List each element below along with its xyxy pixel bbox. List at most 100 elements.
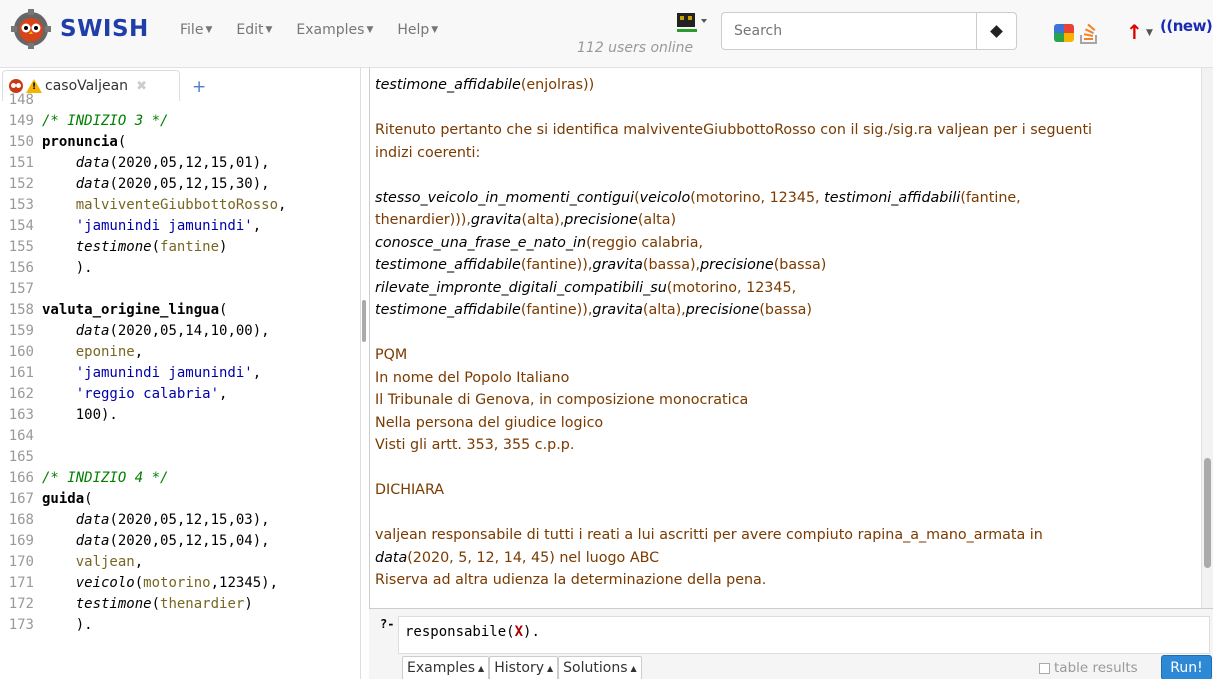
line-number: 173 bbox=[8, 617, 34, 633]
code-line[interactable]: 173 ). bbox=[0, 615, 93, 636]
add-tab-icon[interactable]: + bbox=[192, 77, 206, 97]
line-number: 159 bbox=[8, 323, 34, 339]
answer-text: PQM bbox=[375, 347, 408, 363]
line-number: 158 bbox=[8, 302, 34, 318]
search-input[interactable] bbox=[721, 12, 977, 50]
menu-help[interactable]: Help ▼ bbox=[397, 22, 438, 38]
code-token: , bbox=[278, 197, 287, 213]
code-token: ). bbox=[42, 260, 93, 276]
answer-predicate: precisione bbox=[700, 257, 774, 273]
menu-examples-label: Examples bbox=[296, 22, 365, 38]
answer-predicate: veicolo bbox=[639, 189, 691, 206]
code-line[interactable]: 164 bbox=[0, 426, 42, 447]
answer-line: thenardier))),gravita(alta),precisione(a… bbox=[375, 209, 676, 232]
history-button[interactable]: History ▲ bbox=[489, 656, 559, 679]
brand[interactable]: SWISH bbox=[8, 9, 149, 49]
answer-text: (fantine)), bbox=[520, 257, 593, 273]
code-token: veicolo bbox=[75, 575, 135, 591]
answer-line: Ritenuto pertanto che si identifica malv… bbox=[375, 119, 1092, 142]
code-line[interactable]: 167 guida( bbox=[0, 489, 93, 510]
code-line[interactable]: 148 bbox=[0, 90, 42, 111]
caret-down-icon: ▼ bbox=[431, 25, 439, 35]
caret-down-icon: ▼ bbox=[265, 25, 273, 35]
answer-text: (bassa), bbox=[642, 257, 701, 273]
new-feature-icon[interactable]: ((new)) bbox=[1160, 17, 1213, 35]
search-button[interactable] bbox=[976, 12, 1017, 50]
code-line[interactable]: 152 data(2020,05,12,15,30), bbox=[0, 174, 270, 195]
tab-label: casoValjean bbox=[45, 78, 129, 94]
code-line[interactable]: 154 'jamunindi jamunindi', bbox=[0, 216, 261, 237]
close-icon[interactable]: ✖ bbox=[136, 79, 147, 94]
table-results-checkbox[interactable] bbox=[1039, 662, 1050, 674]
answer-predicate: precisione bbox=[564, 212, 638, 228]
code-line[interactable]: 156 ). bbox=[0, 258, 93, 279]
answer-predicate: gravita bbox=[592, 257, 643, 273]
code-line[interactable]: 161 'jamunindi jamunindi', bbox=[0, 363, 261, 384]
code-line[interactable]: 168 data(2020,05,12,15,03), bbox=[0, 510, 270, 531]
code-editor[interactable]: 148 149/* INDIZIO 3 */150 pronuncia(151 da… bbox=[0, 92, 360, 679]
code-line[interactable]: 172 testimone(thenardier) bbox=[0, 594, 253, 615]
code-line[interactable]: 162 'reggio calabria', bbox=[0, 384, 228, 405]
menu-examples[interactable]: Examples ▼ bbox=[296, 22, 373, 38]
code-token: data bbox=[75, 176, 110, 192]
code-token: ,12345), bbox=[210, 575, 279, 591]
menu-file[interactable]: File ▼ bbox=[180, 22, 212, 38]
code-token: ( bbox=[151, 596, 161, 612]
code-token: 'jamunindi jamunindi' bbox=[75, 218, 253, 234]
caret-down-icon[interactable]: ▼ bbox=[1146, 28, 1153, 38]
answer-text: (reggio calabria, bbox=[586, 234, 704, 251]
code-token: (2020,05,12,15,30), bbox=[109, 176, 270, 192]
menu-edit[interactable]: Edit ▼ bbox=[236, 22, 272, 38]
code-token: 100). bbox=[42, 407, 118, 423]
code-line[interactable]: 165 bbox=[0, 447, 42, 468]
code-line[interactable]: 157 bbox=[0, 279, 42, 300]
examples-button[interactable]: Examples ▲ bbox=[402, 656, 490, 679]
query-variable: X bbox=[514, 624, 524, 640]
answer-scrollbar[interactable] bbox=[1201, 68, 1213, 608]
answer-text: In nome del Popolo Italiano bbox=[375, 369, 570, 386]
code-token: data bbox=[75, 323, 110, 339]
solutions-button[interactable]: Solutions ▲ bbox=[558, 656, 642, 679]
answer-text: (motorino, 12345, bbox=[666, 279, 797, 296]
online-users-text: 112 users online bbox=[577, 40, 694, 56]
code-line[interactable]: 158 valuta_origine_lingua( bbox=[0, 300, 228, 321]
code-token: testimone bbox=[75, 596, 152, 612]
online-users-icon[interactable] bbox=[675, 10, 709, 34]
code-line[interactable]: 149 /* INDIZIO 3 */ bbox=[0, 111, 169, 132]
answer-pane: testimone_affidabile(enjolras)) Ritenuto … bbox=[369, 68, 1209, 608]
code-line[interactable]: 150 pronuncia( bbox=[0, 132, 127, 153]
code-line[interactable]: 155 testimone(fantine) bbox=[0, 237, 228, 258]
line-number: 150 bbox=[8, 134, 34, 150]
code-line[interactable]: 160 eponine, bbox=[0, 342, 143, 363]
code-line[interactable]: 163 100). bbox=[0, 405, 118, 426]
code-token: ) bbox=[219, 239, 228, 255]
scrollbar-thumb[interactable] bbox=[1204, 458, 1211, 568]
code-line[interactable]: 170 valjean, bbox=[0, 552, 143, 573]
code-line[interactable]: 166 /* INDIZIO 4 */ bbox=[0, 468, 169, 489]
answer-line: testimone_affidabile(enjolras)) bbox=[375, 74, 594, 97]
code-token: (2020,05,12,15,03), bbox=[109, 512, 270, 528]
stackoverflow-icon[interactable] bbox=[1078, 21, 1100, 45]
answer-predicate: gravita bbox=[470, 212, 522, 228]
google-plus-icon[interactable] bbox=[1054, 24, 1074, 42]
code-line[interactable]: 151 data(2020,05,12,15,01), bbox=[0, 153, 270, 174]
code-token: , bbox=[134, 344, 144, 360]
run-button[interactable]: Run! bbox=[1161, 655, 1212, 679]
table-results-toggle[interactable]: table results bbox=[1039, 660, 1138, 676]
code-line[interactable]: 153 malviventeGiubbottoRosso, bbox=[0, 195, 287, 216]
code-line[interactable]: 171 veicolo(motorino,12345), bbox=[0, 573, 278, 594]
code-line[interactable]: 159 data(2020,05,14,10,00), bbox=[0, 321, 270, 342]
answer-predicate: testimone_affidabile bbox=[375, 77, 521, 93]
code-line[interactable]: 169 data(2020,05,12,15,04), bbox=[0, 531, 270, 552]
line-number: 165 bbox=[8, 449, 34, 465]
answer-line: data(2020, 5, 12, 14, 45) nel luogo ABC bbox=[375, 547, 659, 570]
pane-splitter-handle[interactable] bbox=[362, 300, 366, 342]
query-input[interactable]: responsabile(X). bbox=[398, 616, 1210, 654]
upload-arrow-icon[interactable]: ↑ bbox=[1126, 20, 1143, 44]
code-token: valuta_origine_lingua bbox=[42, 302, 220, 318]
